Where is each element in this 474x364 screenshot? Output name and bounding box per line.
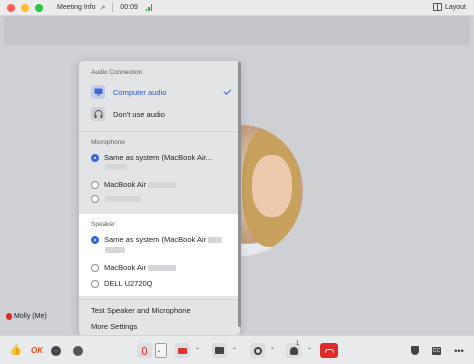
participants-options-chevron[interactable]: ⌃ [305, 343, 314, 358]
external-link-icon[interactable]: ↗ [100, 4, 106, 12]
divider [79, 299, 240, 300]
audio-options-dropdown[interactable]: ⌄ [155, 343, 167, 358]
mic-muted-icon [6, 313, 12, 320]
microphone-option-macbook[interactable]: MacBook Air [91, 180, 177, 189]
redacted-text [148, 181, 177, 188]
share-screen-icon [215, 347, 224, 354]
meeting-timer: 00:09 [120, 4, 138, 11]
redacted-text [208, 236, 223, 243]
microphone-option-redacted[interactable] [91, 195, 141, 203]
window-controls [7, 3, 43, 12]
test-speaker-microphone-item[interactable]: Test Speaker and Microphone [91, 306, 191, 315]
signal-strength-icon [145, 4, 153, 11]
speaker-section: Speaker Same as system (MacBook Air MacB… [79, 214, 240, 296]
participant-face [252, 155, 292, 217]
speaker-option-same-as-system[interactable]: Same as system (MacBook Air [91, 235, 223, 244]
share-options-chevron[interactable]: ⌃ [230, 343, 239, 358]
end-call-icon [324, 348, 334, 353]
radio-unselected[interactable] [91, 195, 99, 203]
speaker-option-label: DELL U2720Q [104, 279, 153, 288]
camera-off-icon [178, 347, 187, 354]
layout-button[interactable]: Layout [432, 3, 466, 11]
ok-reaction-button[interactable]: OK [30, 343, 44, 358]
thumbs-up-reaction-button[interactable]: 👍 [10, 343, 22, 358]
participant-name: Molly (Me) [14, 313, 47, 320]
emoji-reaction-button[interactable]: ⋯ [50, 343, 62, 358]
audio-connection-heading: Audio Connection [91, 69, 143, 76]
menu-scrollbar[interactable] [238, 62, 241, 327]
chevron-up-icon: ⌃ [269, 348, 276, 354]
redacted-text [105, 196, 141, 202]
layout-icon [432, 3, 442, 11]
mic-off-icon [142, 346, 147, 355]
camera-button[interactable] [175, 343, 190, 358]
chevron-up-icon: ⌃ [231, 348, 238, 354]
video-strip [4, 17, 470, 45]
maximize-window-button[interactable] [35, 3, 43, 12]
share-screen-button[interactable] [212, 343, 227, 358]
microphone-option-same-as-system[interactable]: Same as system (MacBook Air... [91, 153, 212, 162]
mute-microphone-button[interactable] [137, 343, 152, 358]
speaker-option-label: Same as system (MacBook Air [104, 235, 207, 244]
leave-meeting-button[interactable] [320, 343, 338, 358]
chat-button[interactable] [72, 343, 84, 358]
shield-icon [411, 346, 419, 355]
microphone-option-label: Same as system (MacBook Air... [104, 153, 212, 162]
security-button[interactable] [409, 343, 421, 358]
more-options-button[interactable]: ••• [452, 343, 466, 358]
captions-icon: CC [431, 346, 442, 355]
computer-audio-label: Computer audio [113, 87, 167, 97]
computer-audio-option[interactable]: Computer audio [79, 82, 240, 102]
chevron-down-icon: ⌄ [156, 348, 162, 354]
headphones-icon [91, 107, 105, 121]
record-icon [253, 346, 262, 355]
close-window-button[interactable] [7, 3, 15, 12]
record-options-chevron[interactable]: ⌃ [268, 343, 277, 358]
layout-label: Layout [444, 3, 466, 11]
speaker-option-macbook[interactable]: MacBook Air [91, 263, 177, 272]
computer-audio-icon [91, 85, 105, 99]
redacted-device-name [103, 164, 127, 170]
audio-settings-menu: Audio Connection Computer audio Don't us… [79, 61, 240, 336]
redacted-device-name [103, 247, 125, 253]
camera-options-chevron[interactable]: ⌃ [193, 343, 202, 358]
radio-selected[interactable] [91, 153, 99, 162]
microphone-heading: Microphone [91, 139, 125, 146]
record-button[interactable] [250, 343, 265, 358]
chevron-up-icon: ⌃ [194, 348, 201, 354]
dont-use-audio-option[interactable]: Don't use audio [79, 104, 240, 124]
more-settings-item[interactable]: More Settings [91, 322, 137, 331]
redacted-text [105, 164, 127, 170]
redacted-text [105, 247, 125, 253]
participants-icon [289, 346, 298, 355]
chat-icon [73, 345, 83, 356]
title-bar: Meeting Info ↗ 00:09 Layout [0, 0, 474, 16]
participant-count-badge: 1 [296, 341, 300, 347]
speaker-heading: Speaker [91, 221, 116, 228]
emoji-icon: ⋯ [51, 345, 61, 356]
speaker-option-label: MacBook Air [104, 263, 147, 272]
radio-unselected[interactable] [91, 263, 99, 272]
captions-button[interactable]: CC [430, 343, 443, 358]
checkmark-icon [223, 87, 232, 95]
dont-use-audio-label: Don't use audio [113, 109, 165, 119]
meeting-toolbar: 👍 OK ⋯ ⌄ ⌃ ⌃ ⌃ 1 ⌃ CC ••• [0, 335, 474, 364]
redacted-text [148, 264, 177, 271]
participant-name-tag: Molly (Me) [6, 313, 47, 320]
speaker-option-dell[interactable]: DELL U2720Q [91, 279, 153, 288]
meeting-info-link[interactable]: Meeting Info [57, 4, 96, 11]
divider [79, 131, 240, 132]
radio-unselected[interactable] [91, 279, 99, 288]
radio-selected[interactable] [91, 235, 99, 244]
chevron-up-icon: ⌃ [306, 348, 313, 354]
microphone-option-label: MacBook Air [104, 180, 147, 189]
radio-unselected[interactable] [91, 180, 99, 189]
divider [112, 3, 114, 12]
minimize-window-button[interactable] [21, 3, 29, 12]
